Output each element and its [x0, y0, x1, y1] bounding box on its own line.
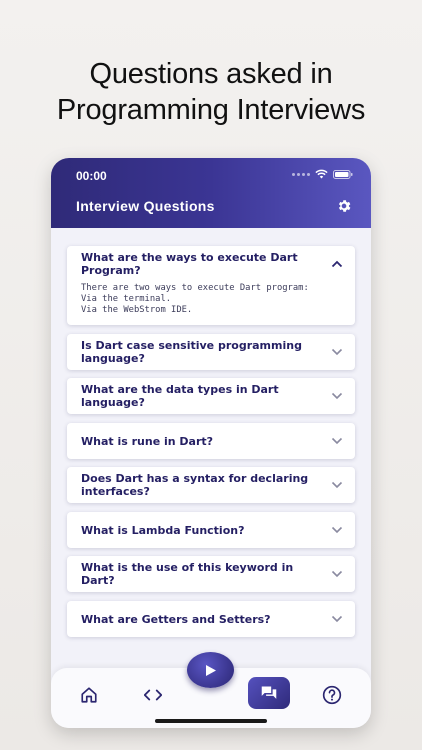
chevron-down-icon[interactable] [331, 348, 343, 356]
chevron-down-icon[interactable] [331, 615, 343, 623]
question-text: Does Dart has a syntax for declaring int… [81, 472, 309, 498]
question-text: What are Getters and Setters? [81, 612, 271, 626]
status-icons [292, 169, 353, 179]
chevron-down-icon[interactable] [331, 437, 343, 445]
battery-icon [333, 169, 353, 179]
question-text: What is the use of this keyword in Dart? [81, 561, 294, 587]
chevron-up-icon[interactable] [331, 260, 343, 268]
question-card-expanded[interactable]: What are the ways to execute Dart Progra… [67, 246, 355, 325]
play-icon [205, 664, 216, 676]
app-bar: 00:00 Interview Questions [51, 158, 371, 228]
nav-chat-active[interactable] [248, 677, 290, 709]
headline-line-1: Questions asked in [89, 58, 333, 90]
nav-help[interactable] [321, 684, 343, 706]
question-card[interactable]: Does Dart has a syntax for declaring int… [67, 467, 355, 503]
answer-text: There are two ways to execute Dart progr… [81, 283, 345, 316]
answer-line: Via the terminal. [81, 294, 172, 304]
question-card[interactable]: What are the data types in Dart language… [67, 378, 355, 414]
wifi-icon [315, 169, 328, 179]
question-card[interactable]: What is Lambda Function? [67, 512, 355, 548]
play-button[interactable] [187, 652, 234, 688]
question-card[interactable]: What is the use of this keyword in Dart? [67, 556, 355, 592]
code-icon [144, 689, 162, 701]
status-time: 00:00 [76, 169, 107, 183]
home-icon [81, 687, 97, 703]
question-text: What is rune in Dart? [81, 434, 214, 448]
answer-line: There are two ways to execute Dart progr… [81, 283, 309, 293]
question-card[interactable]: What is rune in Dart? [67, 423, 355, 459]
question-text: What is Lambda Function? [81, 523, 245, 537]
help-icon [322, 685, 342, 705]
chat-icon [261, 686, 277, 699]
headline: Questions asked in Programming Interview… [0, 56, 422, 128]
answer-line: Via the WebStrom IDE. [81, 305, 193, 315]
question-text: What are the ways to execute Dart Progra… [81, 251, 298, 277]
page-title: Interview Questions [76, 198, 215, 214]
question-text: Is Dart case sensitive programming langu… [81, 339, 302, 365]
question-list: What are the ways to execute Dart Progra… [51, 228, 371, 668]
question-card[interactable]: Is Dart case sensitive programming langu… [67, 334, 355, 370]
chevron-down-icon[interactable] [331, 570, 343, 578]
question-text: What are the data types in Dart language… [81, 383, 279, 409]
phone-frame: 00:00 Interview Questions What are the w… [51, 158, 371, 728]
question-card[interactable]: What are Getters and Setters? [67, 601, 355, 637]
chevron-down-icon[interactable] [331, 481, 343, 489]
nav-code[interactable] [142, 684, 164, 706]
signal-icon [292, 172, 310, 176]
gear-icon[interactable] [336, 198, 352, 214]
chevron-down-icon[interactable] [331, 526, 343, 534]
headline-line-2: Programming Interviews [56, 94, 366, 126]
chevron-down-icon[interactable] [331, 392, 343, 400]
home-indicator [155, 719, 267, 723]
nav-home[interactable] [78, 684, 100, 706]
